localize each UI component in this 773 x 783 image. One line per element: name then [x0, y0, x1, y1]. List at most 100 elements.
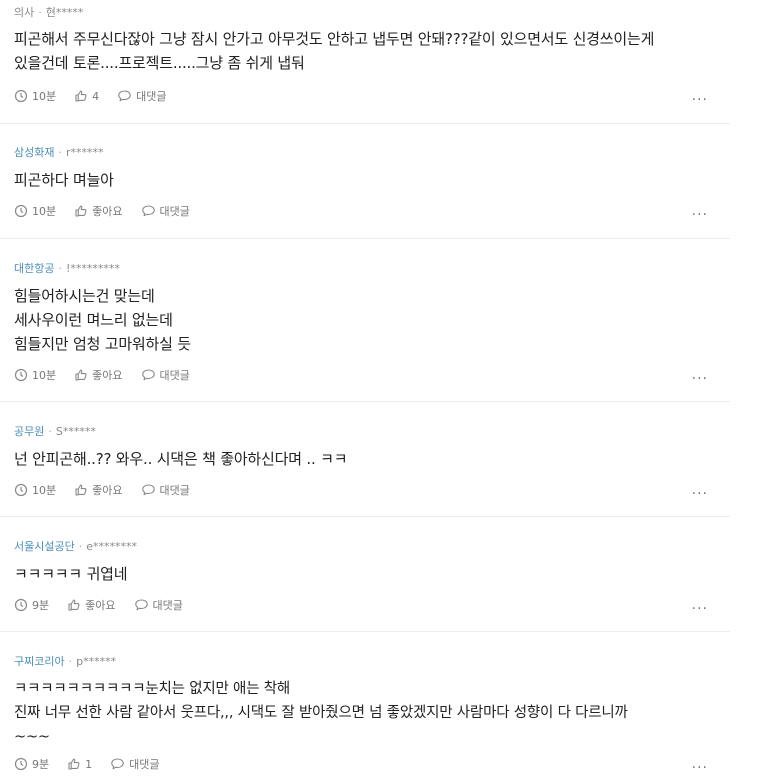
comment-line: 넌 안피곤해..?? 와우.. 시댁은 책 좋아하신다며 .. ㅋㅋ	[14, 450, 348, 468]
clock-icon	[14, 598, 28, 612]
comment-line: 힘들지만 엄청 고마워하실 듯	[14, 335, 191, 353]
comment-line: 피곤해서 주무신다잖아 그냥 잠시 안가고 아무것도 안하고 냅두면 안돼???…	[14, 30, 655, 48]
comment-item: 구찌코리아 · p****** ㅋㅋㅋㅋㅋㅋㅋㅋㅋㅋ눈치는 없지만 애는 착해 …	[0, 632, 730, 783]
comment-item: 대한항공 · !********* 힘들어하시는건 맞는데 세사우이런 며느리 …	[0, 239, 730, 402]
comment-actions: 10분 좋아요 대댓글 ...	[14, 366, 708, 384]
time-stamp: 9분	[14, 756, 49, 772]
time-text: 10분	[32, 484, 57, 497]
comment-body: 힘들어하시는건 맞는데 세사우이런 며느리 없는데 힘들지만 엄청 고마워하실 …	[14, 284, 708, 356]
reply-label: 대댓글	[136, 90, 167, 103]
comment-meta: 구찌코리아 · p******	[14, 653, 708, 669]
comment-meta: 삼성화재 · r******	[14, 144, 708, 160]
comment-actions: 9분 1 대댓글 ...	[14, 755, 708, 773]
more-icon[interactable]: ...	[692, 597, 708, 613]
speech-bubble-icon	[118, 90, 131, 102]
company-name[interactable]: 삼성화재	[14, 144, 54, 160]
clock-icon	[14, 89, 28, 103]
comment-item: 삼성화재 · r****** 피곤하다 며늘아 10분 좋아요 대댓글 ...	[0, 124, 730, 239]
comment-line: 진짜 너무 선한 사람 같아서 웃프다,,, 시댁도 잘 받아줬으면 넘 좋았겠…	[14, 705, 628, 721]
time-text: 9분	[32, 758, 50, 771]
speech-bubble-icon	[141, 484, 155, 496]
comment-item: 의사 · 현***** 피곤해서 주무신다잖아 그냥 잠시 안가고 아무것도 안…	[0, 0, 730, 124]
user-name: r******	[65, 145, 104, 159]
comment-actions: 10분 좋아요 대댓글 ...	[14, 481, 708, 499]
like-count: 1	[85, 757, 93, 771]
thumbs-up-icon	[68, 758, 80, 770]
comment-meta: 서울시설공단 · e********	[14, 538, 708, 554]
speech-bubble-icon	[111, 758, 124, 770]
more-icon[interactable]: ...	[692, 482, 708, 498]
reply-label: 대댓글	[152, 599, 183, 612]
user-name: p******	[76, 654, 117, 668]
reply-button[interactable]: 대댓글	[117, 88, 167, 104]
reply-button[interactable]: 대댓글	[141, 367, 190, 383]
company-name[interactable]: 공무원	[14, 423, 44, 439]
like-button[interactable]: 4	[74, 89, 99, 103]
like-label: 좋아요	[85, 599, 116, 612]
comment-line: ㅋㅋㅋㅋㅋㅋㅋㅋㅋㅋ눈치는 없지만 애는 착해	[14, 681, 291, 697]
company-name[interactable]: 구찌코리아	[14, 653, 65, 669]
comment-body: 피곤하다 며늘아	[14, 168, 708, 192]
reply-button[interactable]: 대댓글	[134, 597, 183, 613]
meta-separator: ·	[78, 539, 83, 553]
time-stamp: 10분	[14, 203, 56, 219]
comment-actions: 10분 4 대댓글 ...	[14, 87, 708, 105]
comment-list: 의사 · 현***** 피곤해서 주무신다잖아 그냥 잠시 안가고 아무것도 안…	[0, 0, 730, 783]
thumbs-up-icon	[68, 599, 80, 611]
company-name[interactable]: 대한항공	[14, 260, 54, 276]
like-button[interactable]: 좋아요	[74, 203, 123, 219]
comment-line: 피곤하다 며늘아	[14, 171, 114, 189]
comment-actions: 9분 좋아요 대댓글 ...	[14, 596, 708, 614]
like-button[interactable]: 좋아요	[74, 482, 123, 498]
comment-line: ~~~	[14, 729, 50, 745]
user-name: !*********	[65, 261, 120, 275]
comment-line: 세사우이런 며느리 없는데	[14, 311, 173, 329]
time-text: 10분	[32, 205, 57, 218]
comment-body: 넌 안피곤해..?? 와우.. 시댁은 책 좋아하신다며 .. ㅋㅋ	[14, 447, 708, 471]
like-button[interactable]: 1	[67, 757, 92, 771]
user-name: S******	[55, 424, 96, 438]
comment-body: 피곤해서 주무신다잖아 그냥 잠시 안가고 아무것도 안하고 냅두면 안돼???…	[14, 27, 708, 75]
reply-button[interactable]: 대댓글	[110, 756, 160, 772]
reply-button[interactable]: 대댓글	[141, 203, 190, 219]
company-name[interactable]: 서울시설공단	[14, 538, 75, 554]
thumbs-up-icon	[75, 90, 87, 102]
speech-bubble-icon	[141, 369, 155, 381]
reply-label: 대댓글	[159, 484, 190, 497]
like-label: 좋아요	[92, 484, 123, 497]
more-icon[interactable]: ...	[692, 367, 708, 383]
user-name: e********	[86, 539, 138, 553]
clock-icon	[14, 483, 28, 497]
time-stamp: 10분	[14, 367, 56, 383]
comment-meta: 의사 · 현*****	[14, 4, 708, 20]
reply-label: 대댓글	[129, 758, 160, 771]
reply-label: 대댓글	[159, 369, 190, 382]
more-icon[interactable]: ...	[692, 88, 708, 104]
clock-icon	[14, 757, 28, 771]
clock-icon	[14, 204, 28, 218]
like-label: 좋아요	[92, 369, 123, 382]
like-button[interactable]: 좋아요	[67, 597, 116, 613]
company-name[interactable]: 의사	[14, 4, 34, 20]
meta-separator: ·	[58, 145, 62, 159]
reply-button[interactable]: 대댓글	[141, 482, 190, 498]
more-icon[interactable]: ...	[692, 203, 708, 219]
time-text: 9분	[32, 599, 50, 612]
time-stamp: 9분	[14, 597, 49, 613]
meta-separator: ·	[68, 654, 73, 668]
like-label: 좋아요	[92, 205, 123, 218]
time-stamp: 10분	[14, 482, 56, 498]
more-icon[interactable]: ...	[692, 756, 708, 772]
user-name: 현*****	[45, 6, 84, 19]
comment-body: ㅋㅋㅋㅋㅋㅋㅋㅋㅋㅋ눈치는 없지만 애는 착해 진짜 너무 선한 사람 같아서 …	[14, 677, 708, 749]
like-button[interactable]: 좋아요	[74, 367, 123, 383]
comment-body: ㅋㅋㅋㅋㅋ 귀엽네	[14, 562, 708, 586]
comment-item: 서울시설공단 · e******** ㅋㅋㅋㅋㅋ 귀엽네 9분 좋아요 대댓글 …	[0, 517, 730, 632]
thumbs-up-icon	[75, 369, 87, 381]
time-text: 10분	[32, 90, 57, 103]
time-text: 10분	[32, 369, 57, 382]
comment-actions: 10분 좋아요 대댓글 ...	[14, 202, 708, 220]
speech-bubble-icon	[134, 599, 148, 611]
reply-label: 대댓글	[159, 205, 190, 218]
comment-meta: 대한항공 · !*********	[14, 260, 708, 276]
